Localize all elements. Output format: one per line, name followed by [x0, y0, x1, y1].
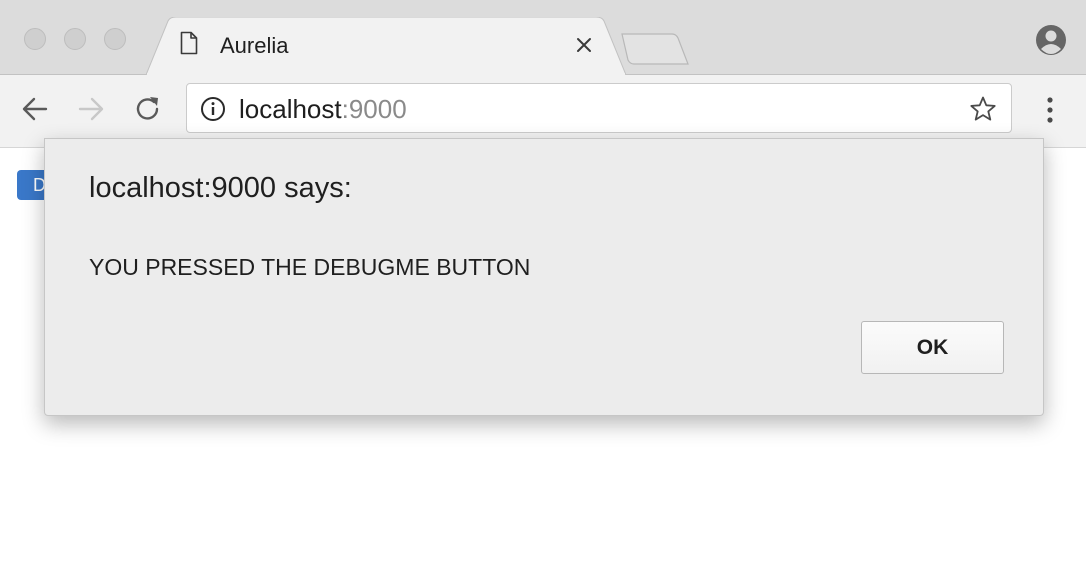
url-text: localhost:9000: [239, 95, 407, 123]
close-window-button[interactable]: [24, 28, 46, 50]
kebab-menu-icon[interactable]: [1040, 93, 1060, 127]
tab-title: Aurelia: [220, 33, 289, 58]
new-tab-button[interactable]: [620, 32, 690, 66]
tab-strip: Aurelia: [0, 0, 1086, 75]
url-port: :9000: [341, 94, 407, 124]
page-icon: [180, 31, 198, 55]
back-arrow-icon[interactable]: [18, 92, 52, 126]
tab-aurelia[interactable]: Aurelia: [146, 17, 626, 75]
zoom-window-button[interactable]: [104, 28, 126, 50]
url-host: localhost: [239, 94, 342, 124]
reload-icon[interactable]: [131, 92, 165, 126]
tab-shape: [146, 17, 626, 75]
minimize-window-button[interactable]: [64, 28, 86, 50]
profile-icon[interactable]: [1035, 24, 1067, 56]
alert-dialog: localhost:9000 says: YOU PRESSED THE DEB…: [44, 138, 1044, 416]
close-icon[interactable]: [574, 35, 594, 55]
browser-window: Aurelia localhost:9000 D localhost:9000 …: [0, 0, 1086, 570]
forward-arrow-icon[interactable]: [74, 92, 108, 126]
dialog-title: localhost:9000 says:: [89, 172, 352, 204]
ok-button[interactable]: OK: [861, 321, 1004, 374]
address-bar[interactable]: localhost:9000: [186, 83, 1012, 133]
star-icon[interactable]: [969, 95, 997, 123]
info-icon[interactable]: [200, 96, 226, 122]
dialog-message: YOU PRESSED THE DEBUGME BUTTON: [89, 254, 531, 280]
